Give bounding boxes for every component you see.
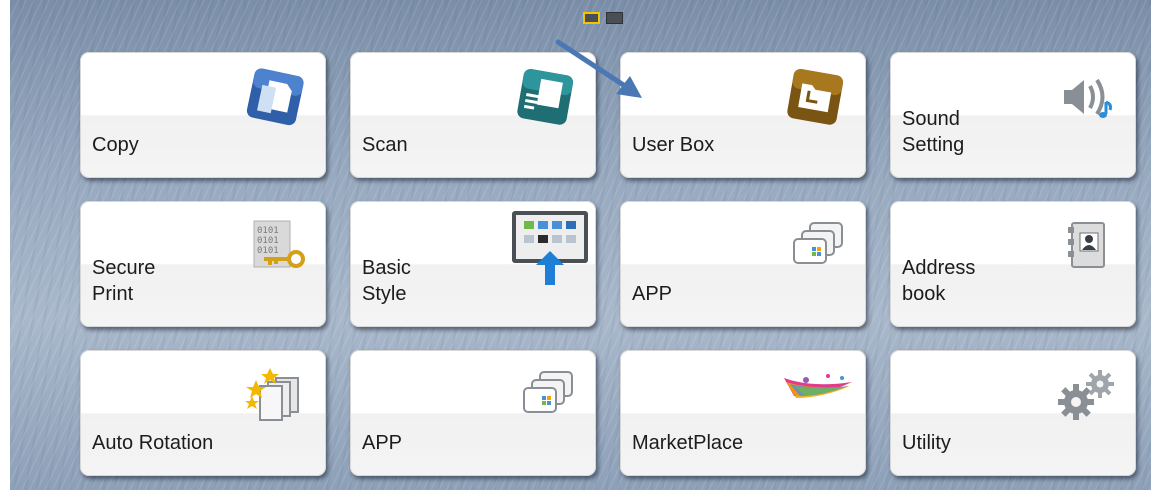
copy-icon xyxy=(240,64,312,132)
secure-print-tile[interactable]: 0101 0101 0101 Secure Print xyxy=(80,201,326,327)
sound-setting-tile[interactable]: Sound Setting xyxy=(890,52,1136,178)
svg-text:0101: 0101 xyxy=(257,246,279,256)
address-book-icon-reflection xyxy=(1050,285,1122,321)
app-tile[interactable]: APP xyxy=(620,201,866,327)
tile-label: APP xyxy=(632,283,673,305)
auto-rotation-icon xyxy=(240,362,312,430)
basic-style-tile[interactable]: Basic Style xyxy=(350,201,596,327)
speaker-icon xyxy=(1050,64,1122,132)
home-screen: Copy Scan User Box Sound Setting 0101 010… xyxy=(10,0,1151,490)
basic-style-icon xyxy=(508,207,592,291)
tile-label: Auto Rotation xyxy=(92,432,214,454)
page-indicator[interactable] xyxy=(583,12,623,24)
tile-label: MarketPlace xyxy=(632,432,744,454)
marketplace-tile[interactable]: MarketPlace xyxy=(620,350,866,476)
secure-print-icon: 0101 0101 0101 xyxy=(240,213,312,281)
utility-tile[interactable]: Utility xyxy=(890,350,1136,476)
tile-label: Secure Print xyxy=(92,257,156,305)
marketplace-icon xyxy=(776,362,860,430)
address-book-tile[interactable]: Address book xyxy=(890,201,1136,327)
tile-label: User Box xyxy=(632,134,715,156)
user-box-icon-reflection xyxy=(780,136,852,172)
tile-label: Basic Style xyxy=(362,257,411,305)
address-book-icon xyxy=(1050,213,1122,281)
app-tile-2[interactable]: APP xyxy=(350,350,596,476)
tile-label: Scan xyxy=(362,134,408,156)
tile-label: Sound Setting xyxy=(902,108,965,156)
arrow-icon xyxy=(550,36,650,106)
gears-icon xyxy=(1050,362,1122,430)
app-icon-reflection xyxy=(780,285,852,321)
svg-text:0101: 0101 xyxy=(257,236,279,246)
speaker-icon-reflection xyxy=(1050,136,1122,172)
tile-label: Address book xyxy=(902,257,976,305)
copy-tile[interactable]: Copy xyxy=(80,52,326,178)
app-icon xyxy=(780,213,852,281)
auto-rotation-tile[interactable]: Auto Rotation xyxy=(80,350,326,476)
tile-label: Utility xyxy=(902,432,951,454)
svg-text:0101: 0101 xyxy=(257,226,279,236)
scan-icon-reflection xyxy=(510,136,582,172)
copy-icon-reflection xyxy=(240,136,312,172)
user-box-tile[interactable]: User Box xyxy=(620,52,866,178)
user-box-icon xyxy=(780,64,852,132)
tile-label: Copy xyxy=(92,134,139,156)
tile-label: APP xyxy=(362,432,403,454)
app-icon xyxy=(510,362,582,430)
page-dot-1[interactable] xyxy=(583,12,600,24)
page-dot-2[interactable] xyxy=(606,12,623,24)
